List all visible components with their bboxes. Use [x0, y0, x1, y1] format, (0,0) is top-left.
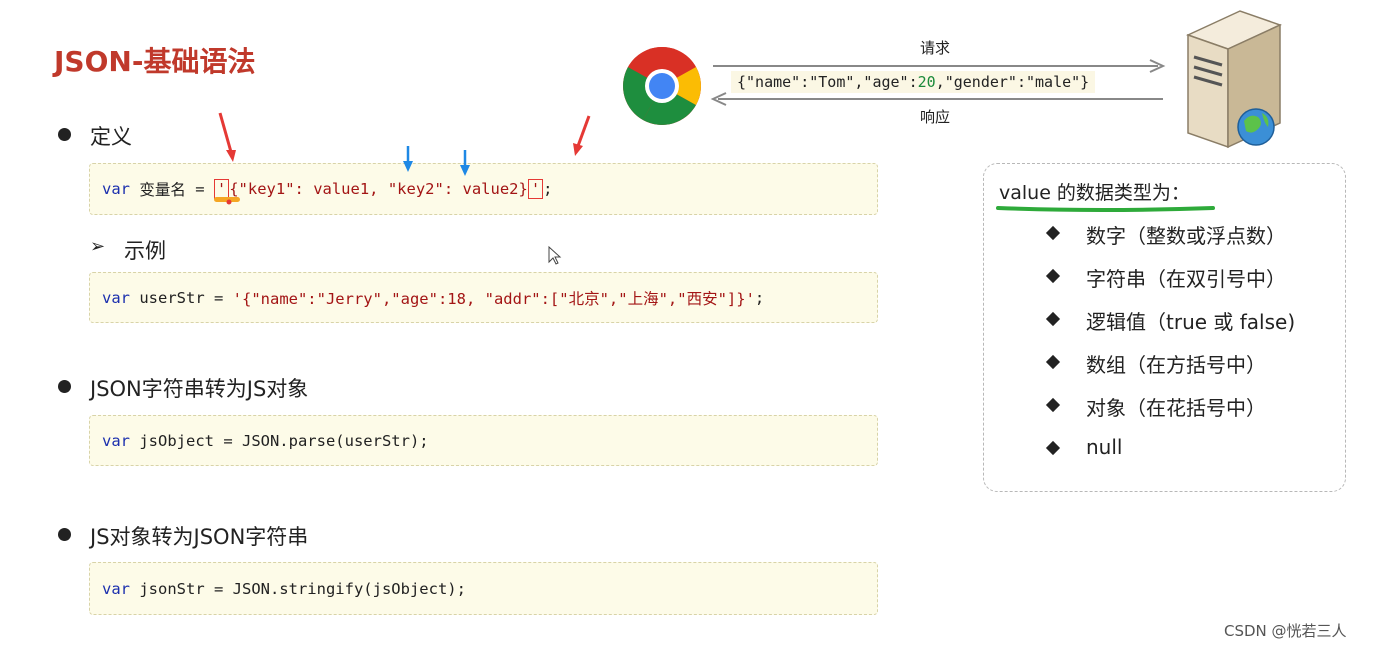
value-type-item: 对象（在花括号中） — [1086, 396, 1266, 420]
code-statement: jsonStr = JSON.stringify(jsObject); — [130, 579, 466, 598]
watermark: CSDN @恍若三人 — [1224, 622, 1347, 640]
value-type-item: 数字（整数或浮点数） — [1086, 224, 1286, 248]
blue-arrow-head-icon — [460, 165, 470, 176]
response-label: 响应 — [920, 108, 951, 126]
red-arrow-icon — [576, 115, 591, 147]
code-keyword: var — [102, 431, 130, 450]
heading-to-string: JS对象转为JSON字符串 — [90, 525, 309, 549]
code-assignment: userStr = — [130, 288, 233, 307]
red-arrow-head-icon — [226, 150, 236, 162]
red-arrow-icon — [218, 112, 233, 153]
value-type-item: 字符串（在双引号中） — [1086, 267, 1286, 291]
code-keyword: var — [102, 288, 130, 307]
code-to-string: var jsonStr = JSON.stringify(jsObject); — [89, 562, 878, 615]
red-dot — [226, 199, 232, 205]
blue-arrow-head-icon — [403, 161, 413, 172]
value-types-title: value 的数据类型为： — [999, 182, 1190, 204]
heading-example: 示例 — [124, 239, 166, 263]
json-example: {"name":"Tom","age":20,"gender":"male"} — [731, 71, 1096, 93]
chrome-browser-icon — [623, 47, 701, 125]
value-type-item: 数组（在方括号中） — [1086, 353, 1266, 377]
value-type-item: null — [1086, 435, 1123, 459]
value-type-item: 逻辑值（true 或 false) — [1086, 310, 1296, 334]
code-statement: jsObject = JSON.parse(userStr); — [130, 431, 429, 450]
server-icon — [1186, 10, 1282, 149]
code-semicolon: ; — [754, 288, 765, 307]
code-string: '{"name":"Jerry","age":18, "addr":["北京",… — [232, 289, 755, 308]
red-arrow-head-icon — [573, 143, 583, 156]
code-example: var userStr = '{"name":"Jerry","age":18,… — [89, 272, 878, 323]
request-label: 请求 — [920, 39, 951, 57]
json-age-value: 20 — [917, 73, 936, 91]
code-keyword: var — [102, 579, 130, 598]
mouse-cursor-icon — [548, 245, 562, 265]
heading-to-object: JSON字符串转为JS对象 — [90, 377, 309, 401]
bullet-to-string — [58, 528, 71, 541]
bullet-to-object — [58, 380, 71, 393]
code-to-object: var jsObject = JSON.parse(userStr); — [89, 415, 878, 466]
triangle-bullet-icon: ➢ — [90, 236, 106, 257]
